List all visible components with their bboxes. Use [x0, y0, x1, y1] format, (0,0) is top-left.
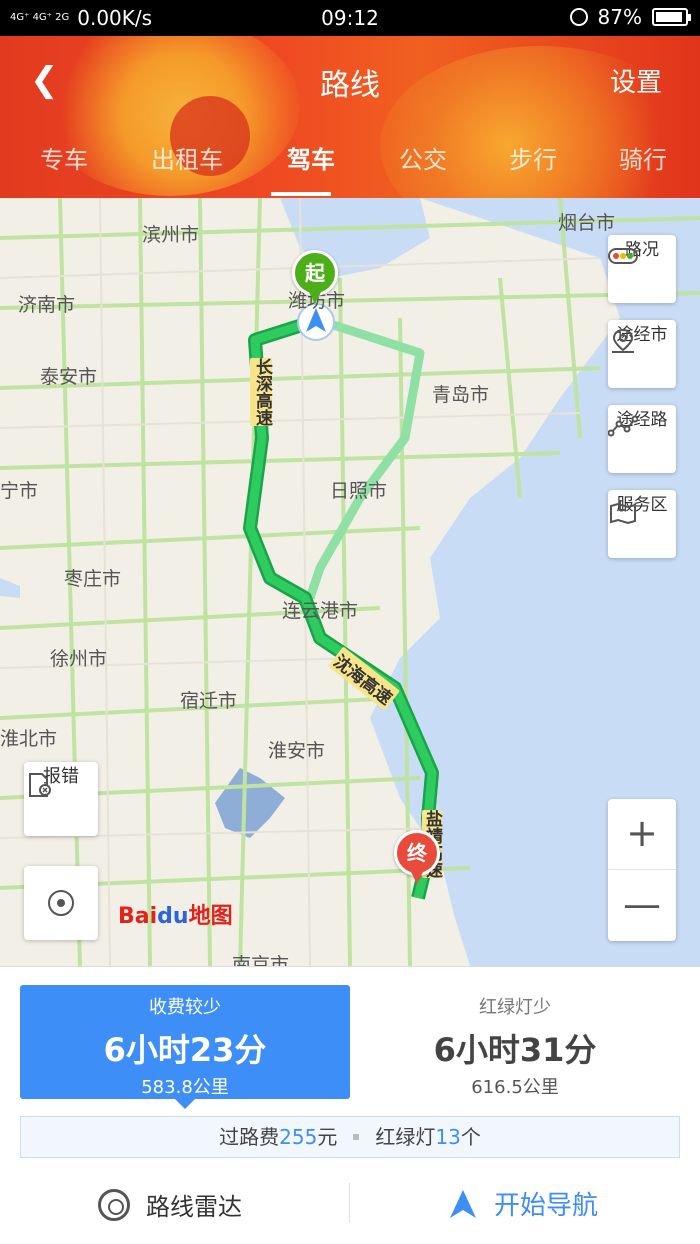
- route-option-distance: 583.8公里: [141, 1077, 229, 1098]
- start-navigation-button[interactable]: 开始导航: [448, 1185, 598, 1222]
- location-pin-icon: [612, 328, 634, 353]
- route-option-time: 6小时23分: [103, 1031, 267, 1069]
- map-view[interactable]: 滨州市 烟台市 济南市 潍坊市 泰安市 青岛市 宁市 日照市 枣庄市 连云港市 …: [0, 198, 700, 966]
- baidu-map-logo: Baidu地图: [118, 904, 233, 929]
- tab-drive[interactable]: 驾车: [287, 140, 335, 175]
- report-document-icon: [29, 773, 51, 797]
- page-title: 路线: [320, 68, 380, 103]
- city-label: 济南市: [18, 294, 76, 316]
- via-road-button[interactable]: 途经路: [608, 405, 676, 473]
- city-label: 宿迁市: [180, 690, 238, 712]
- tab-walk[interactable]: 步行: [509, 140, 557, 175]
- city-label: 南京市: [232, 954, 290, 966]
- via-city-button[interactable]: 途经市: [608, 320, 676, 388]
- end-marker-label: 终: [394, 830, 440, 876]
- route-option[interactable]: 红绿灯少 6小时31分 616.5公里: [350, 985, 680, 1099]
- tab-bike[interactable]: 骑行: [619, 140, 667, 175]
- lights-unit: 个: [460, 1125, 481, 1149]
- zoom-control: + —: [608, 799, 676, 941]
- city-label: 宁市: [0, 480, 39, 502]
- toll-label: 过路费: [219, 1125, 280, 1149]
- city-label: 枣庄市: [64, 568, 122, 590]
- toll-unit: 元: [317, 1125, 338, 1149]
- tab-private-car[interactable]: 专车: [40, 140, 88, 175]
- zoom-in-button[interactable]: +: [608, 799, 676, 870]
- city-label: 日照市: [330, 480, 388, 502]
- city-label: 泰安市: [40, 366, 98, 388]
- route-option-name: 红绿灯少: [479, 997, 551, 1018]
- toll-value: 255: [279, 1125, 318, 1149]
- route-line-icon: [608, 415, 638, 437]
- active-tab-indicator: [271, 192, 331, 196]
- city-label: 烟台市: [558, 212, 616, 234]
- status-bar: 4G⁺ 4G⁺ 2G 0.00K/s 09:12 87%: [0, 0, 700, 36]
- service-area-button[interactable]: 服务区: [608, 490, 676, 558]
- route-option-time: 6小时31分: [433, 1031, 597, 1069]
- route-option-distance: 616.5公里: [471, 1077, 559, 1098]
- city-label: 淮安市: [268, 740, 326, 762]
- battery-percent: 87%: [597, 5, 642, 29]
- service-area-icon: [610, 500, 636, 524]
- locate-me-button[interactable]: [24, 866, 98, 940]
- start-marker[interactable]: 起: [292, 250, 338, 306]
- route-option-selected[interactable]: 收费较少 6小时23分 583.8公里: [20, 985, 350, 1109]
- action-bar: 路线雷达 开始导航: [0, 1173, 700, 1233]
- start-marker-label: 起: [292, 250, 338, 296]
- city-label: 青岛市: [432, 384, 490, 406]
- route-panel: 收费较少 6小时23分 583.8公里 红绿灯少 6小时31分 616.5公里 …: [0, 966, 700, 1244]
- traffic-light-icon: [608, 248, 638, 264]
- navigation-arrow-icon: [450, 1189, 476, 1218]
- route-header: ❮ 路线 设置 专车 出租车 驾车 公交 步行 骑行: [0, 36, 700, 198]
- start-navigation-label: 开始导航: [494, 1191, 599, 1221]
- divider: [349, 1183, 350, 1223]
- route-radar-label: 路线雷达: [146, 1193, 242, 1221]
- report-error-button[interactable]: 报错: [24, 762, 98, 836]
- traffic-button[interactable]: 路况: [608, 235, 676, 303]
- transport-tabs: 专车 出租车 驾车 公交 步行 骑行: [0, 140, 700, 190]
- route-summary: 过路费255元 红绿灯13个: [20, 1116, 680, 1158]
- route-option-name: 收费较少: [149, 997, 221, 1018]
- zoom-out-button[interactable]: —: [608, 870, 676, 941]
- city-label: 徐州市: [50, 648, 108, 670]
- tab-taxi[interactable]: 出租车: [151, 140, 223, 175]
- lights-label: 红绿灯: [375, 1125, 436, 1149]
- alarm-icon: [569, 8, 588, 26]
- city-label: 滨州市: [142, 224, 200, 246]
- city-label: 连云港市: [282, 600, 359, 622]
- end-marker[interactable]: 终: [394, 830, 440, 888]
- lights-value: 13: [435, 1125, 461, 1149]
- battery-icon: [652, 8, 691, 26]
- route-radar-button[interactable]: 路线雷达: [98, 1187, 242, 1222]
- settings-button[interactable]: 设置: [610, 62, 662, 99]
- road-label: 长深高速: [250, 358, 272, 426]
- tab-transit[interactable]: 公交: [399, 140, 447, 175]
- city-label: 淮北市: [0, 728, 58, 750]
- radar-icon: [98, 1188, 130, 1221]
